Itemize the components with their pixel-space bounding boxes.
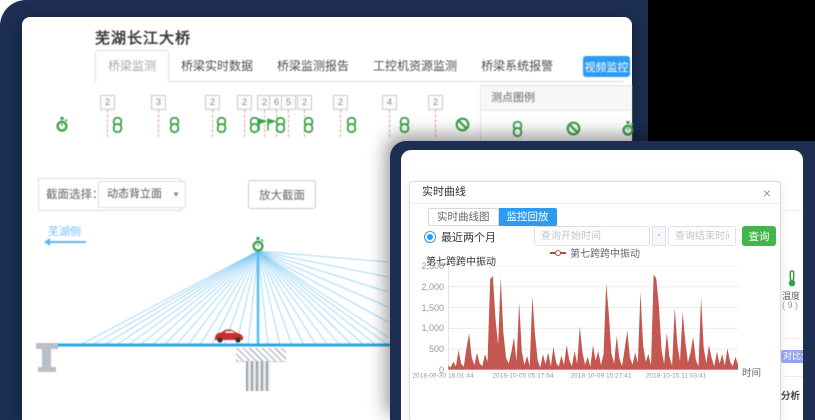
- left-pier-stem: [42, 349, 51, 367]
- stopwatch-icon: [621, 121, 636, 138]
- left-pier-base: [38, 367, 56, 372]
- underlying-page-sliver: 温度 ( 9 ) 对比分析 分析: [779, 150, 803, 420]
- y-axis-tick: 500: [410, 344, 444, 354]
- temperature-count: ( 9 ): [782, 300, 798, 310]
- section-select-value: 动态背立面: [107, 188, 162, 200]
- chain-icon[interactable]: [302, 117, 316, 133]
- tower-pier-cap: [236, 348, 286, 362]
- section-select-label: 截面选择：: [46, 186, 104, 202]
- page-title: 芜湖长江大桥: [95, 27, 191, 48]
- sensor-count-badge: 2: [205, 95, 220, 110]
- stopwatch-icon[interactable]: [55, 117, 69, 133]
- chain-icon[interactable]: [168, 117, 182, 133]
- main-tab-bar: 桥梁监测 桥梁实时数据 桥梁监测报告 工控机资源监测 桥梁系统报警: [95, 55, 624, 82]
- recent-two-months-radio[interactable]: [424, 231, 436, 243]
- sensor-count-badge: 3: [151, 95, 166, 110]
- legend-panel-title: 测点图例: [481, 86, 631, 111]
- query-start-time-input[interactable]: [534, 226, 650, 246]
- sensor-count-badge: 2: [297, 95, 312, 110]
- ban-icon: [566, 121, 581, 138]
- black-region: [648, 0, 815, 147]
- partial-text: 分析: [781, 388, 800, 402]
- sensor-dashed-line: [107, 110, 108, 137]
- sensor-count-badge: 4: [382, 95, 397, 110]
- chain-icon[interactable]: [345, 117, 359, 133]
- dialog-card: 实时曲线 × 实时曲线图 监控回放 最近两个月 - 查询 第七跨跨中振动 第七跨…: [390, 141, 815, 420]
- chain-icon[interactable]: [111, 117, 125, 133]
- sensor-dashed-line: [389, 110, 390, 137]
- sensor-dashed-line: [288, 110, 289, 137]
- sensor-dashed-line: [158, 110, 159, 137]
- x-axis-name: 时间: [742, 365, 761, 379]
- sensor-dashed-line: [435, 110, 436, 137]
- tab-ipc-resource[interactable]: 工控机资源监测: [361, 51, 469, 81]
- chain-icon[interactable]: [398, 117, 412, 133]
- chain-icon[interactable]: [215, 117, 229, 133]
- dialog-title: 实时曲线: [410, 182, 780, 204]
- tab-realtime-data[interactable]: 桥梁实时数据: [169, 51, 265, 81]
- x-axis-tick: 2018-10-09 15:27:41: [565, 372, 637, 379]
- tab-monitor-playback[interactable]: 监控回放: [499, 208, 557, 226]
- tab-bridge-monitor[interactable]: 桥梁监测: [95, 50, 169, 82]
- vibration-chart: [448, 266, 738, 370]
- tab-monitor-report[interactable]: 桥梁监测报告: [265, 51, 361, 81]
- query-end-time-input[interactable]: [668, 226, 736, 246]
- car-image: [212, 327, 246, 344]
- thermometer-icon: [786, 270, 798, 287]
- chevron-down-icon: ▼: [172, 182, 180, 207]
- y-axis-tick: 1,500: [410, 303, 444, 313]
- section-select-dropdown[interactable]: 动态背立面 ▼: [98, 181, 186, 208]
- tab-realtime-curve[interactable]: 实时曲线图: [428, 208, 499, 226]
- x-axis-tick: 2018-10-15 11:03:41: [640, 372, 712, 379]
- screenshot-stage: 芜湖长江大桥 桥梁监测 桥梁实时数据 桥梁监测报告 工控机资源监测 桥梁系统报警…: [0, 0, 815, 420]
- recent-two-months-label: 最近两个月: [441, 229, 496, 245]
- chain-icon[interactable]: [274, 117, 288, 133]
- sensor-dashed-line: [244, 110, 245, 137]
- y-axis-tick: 2,500: [410, 261, 444, 271]
- enlarge-section-button[interactable]: 放大截面: [248, 180, 316, 209]
- compare-analysis-button[interactable]: 对比分析: [781, 350, 803, 363]
- chain-icon: [511, 121, 526, 138]
- stopwatch-icon: [251, 237, 265, 253]
- query-button[interactable]: 查询: [742, 226, 776, 246]
- realtime-curve-dialog: 实时曲线 × 实时曲线图 监控回放 最近两个月 - 查询 第七跨跨中振动 第七跨…: [409, 181, 781, 420]
- x-axis-tick: 2018-09-30 16:01:44: [407, 372, 479, 379]
- tab-system-alarm[interactable]: 桥梁系统报警: [469, 51, 565, 81]
- dialog-page: 实时曲线 × 实时曲线图 监控回放 最近两个月 - 查询 第七跨跨中振动 第七跨…: [401, 150, 803, 420]
- y-axis-tick: 2,000: [410, 282, 444, 292]
- sensor-count-badge: 2: [333, 95, 348, 110]
- ban-icon[interactable]: [455, 117, 469, 133]
- sensor-count-badge: 2: [237, 95, 252, 110]
- tower-pier: [246, 361, 270, 391]
- dialog-tab-bar: 实时曲线图 监控回放: [428, 208, 557, 226]
- sensor-count-badge: 2: [428, 95, 443, 110]
- legend-label: 第七跨跨中振动: [570, 245, 640, 260]
- sensor-dashed-line: [340, 110, 341, 137]
- x-axis-tick: 2018-10-05 05:17:54: [487, 372, 559, 379]
- sensor-count-badge: 2: [100, 95, 115, 110]
- close-icon[interactable]: ×: [763, 184, 771, 202]
- y-axis-tick: 1,000: [410, 323, 444, 333]
- date-range-separator: -: [652, 226, 666, 246]
- sensor-count-badge: 5: [281, 95, 296, 110]
- video-monitor-button[interactable]: 视频监控: [583, 56, 630, 77]
- sensor-dashed-line: [212, 110, 213, 137]
- legend-line-marker: [550, 252, 566, 254]
